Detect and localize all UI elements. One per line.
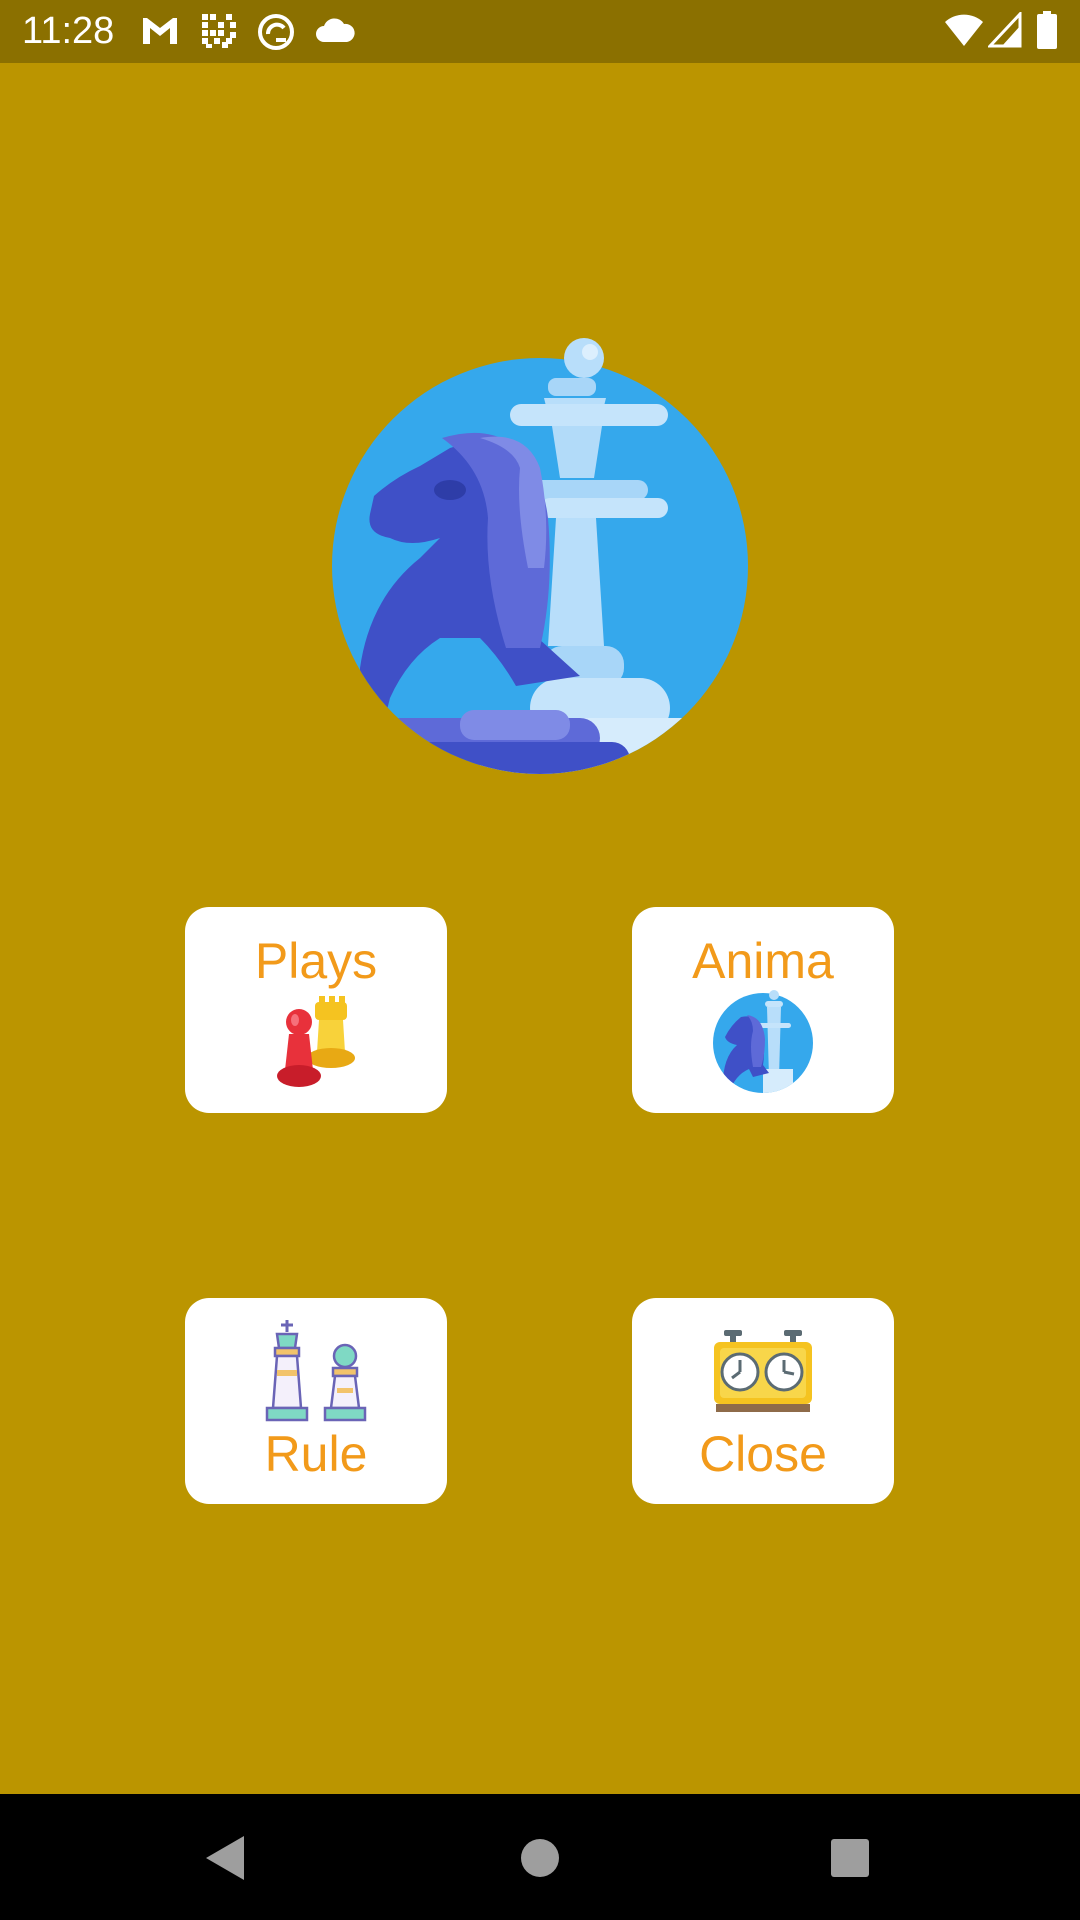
signal-icon [988, 12, 1022, 48]
status-bar: 11:28 [0, 0, 1080, 63]
plays-button[interactable]: Plays [185, 907, 447, 1113]
battery-icon [1037, 11, 1057, 49]
qr-grid-icon [202, 14, 236, 48]
status-time: 11:28 [22, 10, 115, 52]
anima-label: Anima [692, 933, 834, 989]
anima-button[interactable]: Anima [632, 907, 894, 1113]
navigation-bar [0, 1794, 1080, 1920]
sync-circle-icon [258, 14, 294, 50]
gmail-icon [143, 18, 177, 44]
close-label: Close [699, 1426, 827, 1482]
home-icon[interactable] [508, 1826, 572, 1890]
recents-icon[interactable] [818, 1826, 882, 1890]
close-button[interactable]: Close [632, 1298, 894, 1504]
rule-label: Rule [264, 1426, 368, 1482]
chess-knight-queen-icon [713, 990, 813, 1093]
pawns-icon [277, 996, 355, 1087]
cloud-icon [316, 18, 355, 42]
wifi-icon [945, 14, 983, 46]
chess-king-pawn-icon [265, 1320, 367, 1422]
plays-label: Plays [254, 933, 378, 989]
chess-clock-icon [714, 1330, 812, 1412]
rule-button[interactable]: Rule [185, 1298, 447, 1504]
back-icon[interactable] [196, 1826, 260, 1890]
chess-knight-queen-icon [332, 338, 748, 774]
